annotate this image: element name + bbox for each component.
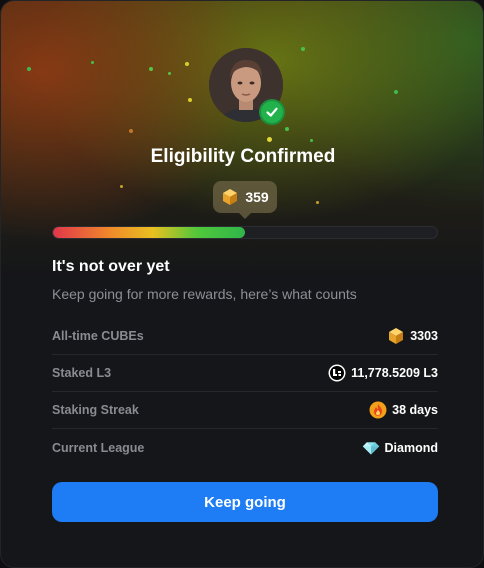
stat-value-group: 3303 [387, 327, 438, 345]
stat-row-staked-l3: Staked L3 11,778.5209 L3 [52, 355, 438, 392]
stat-row-staking-streak: Staking Streak 38 days [52, 392, 438, 429]
stat-value-group: Diamond [362, 439, 438, 457]
user-avatar-container [209, 48, 285, 125]
check-icon [266, 107, 278, 117]
cube-icon [223, 189, 238, 205]
section-description: Keep going for more rewards, here’s what… [52, 286, 357, 302]
stat-value-group: 11,778.5209 L3 [328, 364, 438, 382]
section-heading: It's not over yet [52, 258, 170, 275]
page-title: Eligibility Confirmed [150, 146, 336, 167]
progress-bar-fill [53, 227, 245, 238]
stat-label: Staked L3 [52, 366, 112, 380]
progress-bar [52, 226, 438, 239]
stat-value-group: 38 days [369, 401, 438, 419]
cubes-count-badge: 359 [213, 181, 277, 219]
stat-label: All-time CUBEs [52, 329, 144, 343]
cubes-count-value: 359 [245, 189, 269, 205]
stat-value: 38 days [392, 403, 438, 417]
diamond-icon [362, 441, 379, 455]
stat-row-all-time-cubes: All-time CUBEs 3303 [52, 318, 438, 355]
verified-badge [259, 99, 285, 125]
stat-row-current-league: Current League Diamond [52, 429, 438, 466]
stat-value: 11,778.5209 L3 [351, 366, 438, 380]
eligibility-card: Eligibility Confirmed 359 It's not over … [0, 0, 484, 568]
keep-going-button[interactable]: Keep going [52, 482, 438, 522]
l3-logo-icon [328, 364, 346, 382]
stat-value: Diamond [384, 440, 438, 455]
stats-list: All-time CUBEs 3303 Staked L3 11,778.520… [52, 318, 438, 466]
flame-icon [369, 401, 387, 419]
cube-icon [389, 328, 404, 344]
stat-label: Current League [52, 440, 145, 455]
stat-label: Staking Streak [52, 403, 139, 417]
stat-value: 3303 [410, 329, 438, 343]
